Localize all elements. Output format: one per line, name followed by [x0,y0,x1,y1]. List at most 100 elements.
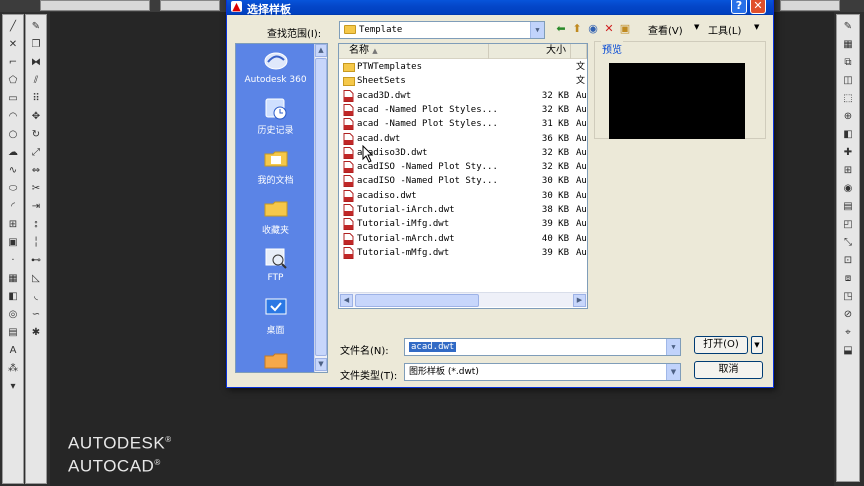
view-menu[interactable]: 查看(V) [648,22,683,37]
new-folder-icon[interactable]: ▣ [617,20,633,36]
tool-icon[interactable]: ⧈ [841,271,855,285]
rotate-tool-icon[interactable]: ↻ [29,127,43,141]
chevron-down-icon[interactable]: ▼ [666,339,680,355]
hscroll-thumb[interactable] [355,294,479,307]
insert-block-tool-icon[interactable]: ⊞ [6,217,20,231]
add-selected-tool-icon[interactable]: ⁂ [6,361,20,375]
file-row[interactable]: acadiso3D.dwt 32 KB Au [339,146,587,160]
tool-icon[interactable]: ◧ [841,127,855,141]
stretch-tool-icon[interactable]: ⇔ [29,163,43,177]
file-row[interactable]: acad -Named Plot Styles... 32 KB Au [339,103,587,117]
join-tool-icon[interactable]: ⊷ [29,253,43,267]
offset-tool-icon[interactable]: ⫽ [29,73,43,87]
tool-icon[interactable]: ⧉ [841,55,855,69]
tool-icon[interactable]: ◳ [841,289,855,303]
gradient-tool-icon[interactable]: ◧ [6,289,20,303]
file-row[interactable]: acadISO -Named Plot Sty... 32 KB Au [339,160,587,174]
column-size[interactable]: 大小 [489,44,571,59]
line-tool-icon[interactable]: ╱ [6,19,20,33]
region-tool-icon[interactable]: ◎ [6,307,20,321]
polyline-tool-icon[interactable]: ⌐ [6,55,20,69]
chevron-down-icon[interactable]: ▼ [666,364,680,380]
scroll-left-icon[interactable]: ◀ [340,294,353,307]
tool-icon[interactable]: ◉ [841,181,855,195]
trim-tool-icon[interactable]: ✂ [29,181,43,195]
place-more[interactable] [236,348,315,372]
point-tool-icon[interactable]: · [6,253,20,267]
hatch-tool-icon[interactable]: ▦ [6,271,20,285]
search-web-icon[interactable]: ◉ [585,20,601,36]
chamfer-tool-icon[interactable]: ◺ [29,271,43,285]
tool-icon[interactable]: ⊕ [841,109,855,123]
extend-tool-icon[interactable]: ⇥ [29,199,43,213]
column-name[interactable]: 名称 ▲ [339,44,489,59]
file-row[interactable]: acad3D.dwt 32 KB Au [339,89,587,103]
table-tool-icon[interactable]: ▤ [6,325,20,339]
file-list-hscrollbar[interactable]: ◀ ▶ [339,292,587,307]
file-row[interactable]: acad -Named Plot Styles... 31 KB Au [339,117,587,131]
ellipse-tool-icon[interactable]: ⬭ [6,181,20,195]
tools-dropdown-icon[interactable]: ▼ [754,23,759,31]
scale-tool-icon[interactable]: ⤢ [29,145,43,159]
fillet-tool-icon[interactable]: ◟ [29,289,43,303]
file-row[interactable]: PTWTemplates 文 [339,60,587,74]
up-folder-icon[interactable]: ⬆ [569,20,585,36]
back-icon[interactable]: ⬅ [553,20,569,36]
file-row[interactable]: Tutorial-iMfg.dwt 39 KB Au [339,217,587,231]
file-row[interactable]: Tutorial-iArch.dwt 38 KB Au [339,203,587,217]
cancel-button[interactable]: 取消 [694,361,763,379]
tool-icon[interactable]: ▤ [841,199,855,213]
construction-line-tool-icon[interactable]: ✕ [6,37,20,51]
tool-icon[interactable]: ⊡ [841,253,855,267]
tool-icon[interactable]: ✚ [841,145,855,159]
dialog-titlebar[interactable]: ▲ 选择样板 ? ✕ [227,0,773,16]
polygon-tool-icon[interactable]: ⬠ [6,73,20,87]
move-tool-icon[interactable]: ✥ [29,109,43,123]
scroll-up-icon[interactable]: ▲ [315,44,327,57]
revision-cloud-tool-icon[interactable]: ☁ [6,145,20,159]
more-tools-icon[interactable]: ▾ [6,379,20,393]
place-documents[interactable]: 我的文档 [236,146,315,186]
tool-icon[interactable]: ⤡ [841,235,855,249]
array-tool-icon[interactable]: ⠿ [29,91,43,105]
scroll-right-icon[interactable]: ▶ [573,294,586,307]
help-button[interactable]: ? [731,0,747,14]
tool-icon[interactable]: ◰ [841,217,855,231]
tool-icon[interactable]: ▦ [841,37,855,51]
look-in-combo[interactable]: Template ▼ [339,21,545,39]
file-row[interactable]: Tutorial-mArch.dwt 40 KB Au [339,232,587,246]
tool-icon[interactable]: ⬚ [841,91,855,105]
tool-icon[interactable]: ◫ [841,73,855,87]
break-at-point-tool-icon[interactable]: ⦂ [29,217,43,231]
tool-icon[interactable]: ⬓ [841,343,855,357]
scroll-down-icon[interactable]: ▼ [315,358,327,371]
place-favorites[interactable]: 收藏夹 [236,196,315,236]
tool-icon[interactable]: ⌖ [841,325,855,339]
scroll-thumb[interactable] [315,58,327,356]
filetype-select[interactable]: 图形样板 (*.dwt) ▼ [404,363,681,381]
circle-tool-icon[interactable]: ○ [6,127,20,141]
blend-tool-icon[interactable]: ∽ [29,307,43,321]
column-type[interactable] [571,44,587,59]
place-history[interactable]: 历史记录 [236,96,315,136]
tools-menu[interactable]: 工具(L) [708,22,741,37]
spline-tool-icon[interactable]: ∿ [6,163,20,177]
tool-icon[interactable]: ⊘ [841,307,855,321]
view-dropdown-icon[interactable]: ▼ [694,23,699,31]
file-row[interactable]: acadISO -Named Plot Sty... 30 KB Au [339,174,587,188]
make-block-tool-icon[interactable]: ▣ [6,235,20,249]
multiline-text-tool-icon[interactable]: A [6,343,20,357]
place-cloud[interactable]: Autodesk 360 [236,48,315,85]
open-options-icon[interactable]: ▼ [751,336,763,354]
break-tool-icon[interactable]: ╎ [29,235,43,249]
erase-tool-icon[interactable]: ✎ [29,19,43,33]
explode-tool-icon[interactable]: ✱ [29,325,43,339]
open-button[interactable]: 打开(O) [694,336,748,354]
delete-icon[interactable]: ✕ [601,20,617,36]
close-button[interactable]: ✕ [750,0,766,14]
ellipse-arc-tool-icon[interactable]: ◜ [6,199,20,213]
tool-icon[interactable]: ⊞ [841,163,855,177]
filename-input[interactable]: acad.dwt ▼ [404,338,681,356]
file-list[interactable]: 名称 ▲ 大小 PTWTemplates 文 SheetSets 文 acad3D.dw… [338,43,588,309]
file-row[interactable]: acadiso.dwt 30 KB Au [339,189,587,203]
